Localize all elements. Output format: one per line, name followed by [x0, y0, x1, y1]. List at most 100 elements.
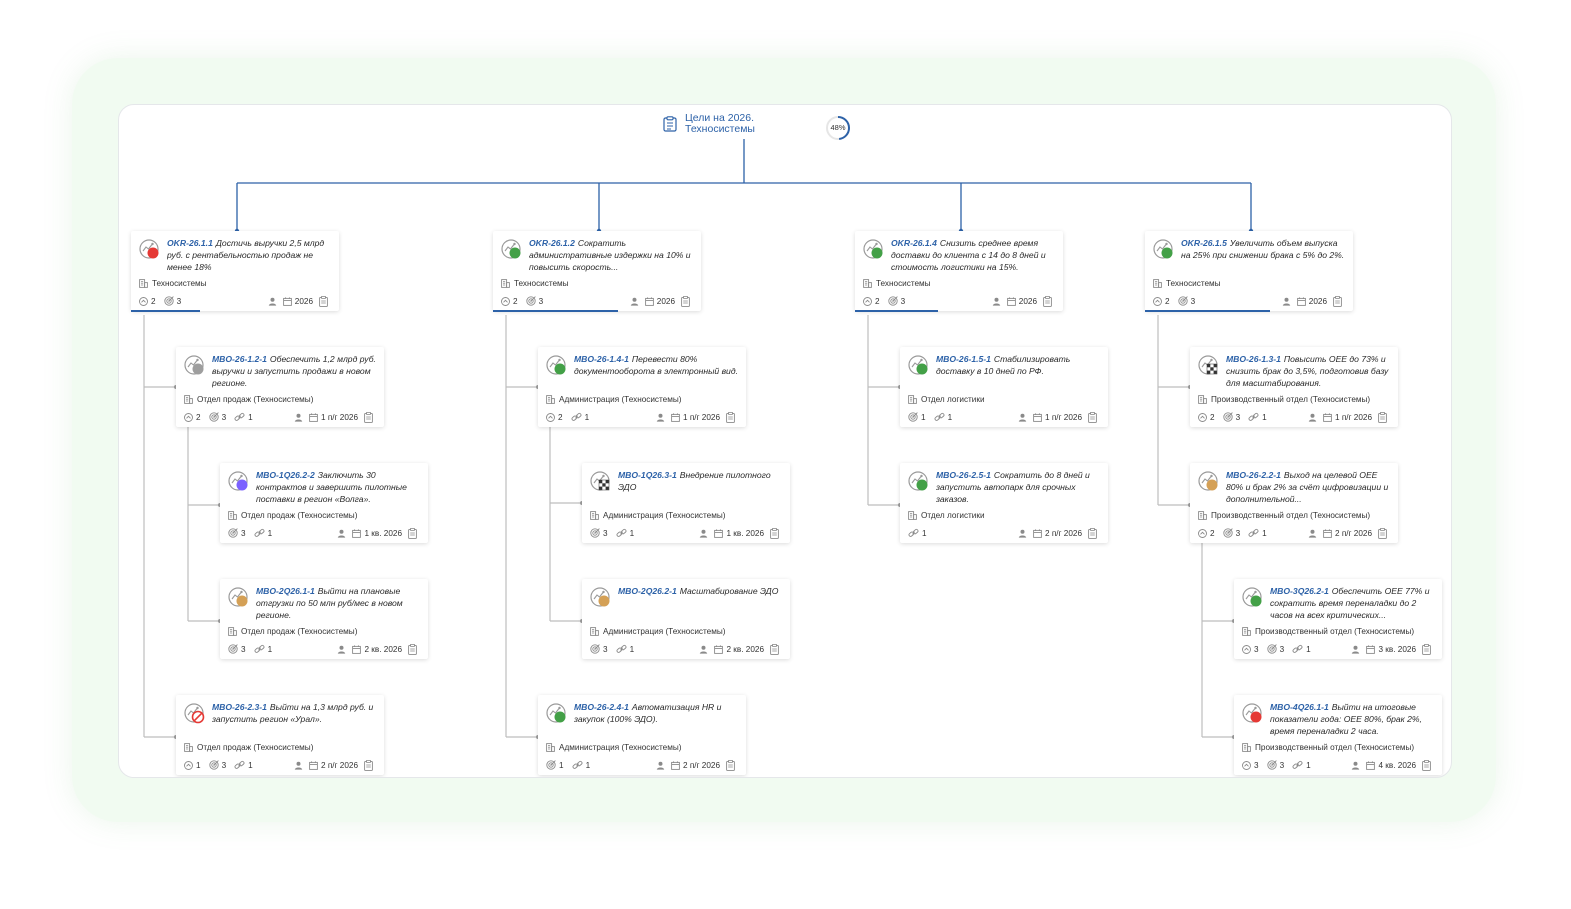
links-count[interactable]: 1: [254, 644, 272, 654]
clipboard-icon[interactable]: [1088, 527, 1100, 539]
goal-card[interactable]: MBO-26-2.4-1 Автоматизация HR и закупок (…: [538, 695, 746, 775]
clipboard-icon[interactable]: [1378, 527, 1390, 539]
clipboard-icon[interactable]: [770, 643, 782, 655]
goal-code[interactable]: OKR-26.1.1: [167, 238, 213, 248]
goal-title[interactable]: OKR-26.1.1 Достичь выручки 2,5 млрд руб. …: [167, 237, 331, 273]
clipboard-icon[interactable]: [408, 643, 420, 655]
goal-card[interactable]: MBO-26-1.3-1 Повысить OEE до 73% и снизит…: [1190, 347, 1398, 427]
key-results-count[interactable]: 3: [887, 296, 905, 306]
goal-title[interactable]: OKR-26.1.2 Сократить административные изд…: [529, 237, 693, 273]
subgoals-count[interactable]: 1: [184, 761, 201, 770]
root-goal-title[interactable]: Цели на 2026. Техносистемы: [685, 113, 795, 135]
links-count[interactable]: 1: [234, 760, 253, 770]
goal-title[interactable]: MBO-4Q26.1-1 Выйти на итоговые показатели…: [1270, 701, 1434, 737]
goal-code[interactable]: MBO-26-2.4-1: [574, 702, 629, 712]
root-goal[interactable]: Цели на 2026. Техносистемы 48%: [663, 113, 850, 140]
links-count[interactable]: 1: [908, 528, 927, 538]
goal-card[interactable]: OKR-26.1.1 Достичь выручки 2,5 млрд руб. …: [131, 231, 339, 312]
links-count[interactable]: 1: [571, 412, 589, 422]
goal-title[interactable]: MBO-26-2.2-1 Выход на целевой OEE 80% и б…: [1226, 469, 1390, 505]
key-results-count[interactable]: 3: [1222, 412, 1240, 422]
goal-card[interactable]: MBO-2Q26.1-1 Выйти на плановые отгрузки п…: [220, 579, 428, 659]
key-results-count[interactable]: 3: [228, 528, 246, 538]
goal-title[interactable]: MBO-2Q26.1-1 Выйти на плановые отгрузки п…: [256, 585, 420, 621]
links-count[interactable]: 1: [1248, 412, 1267, 422]
key-results-count[interactable]: 3: [590, 528, 608, 538]
goal-code[interactable]: MBO-1Q26.2-2: [256, 470, 315, 480]
links-count[interactable]: 1: [934, 412, 952, 422]
key-results-count[interactable]: 3: [590, 644, 608, 654]
goal-title[interactable]: OKR-26.1.5 Увеличить объем выпуска на 25%…: [1181, 237, 1345, 273]
clipboard-icon[interactable]: [319, 295, 331, 307]
links-count[interactable]: 1: [1292, 760, 1311, 770]
goal-card[interactable]: MBO-26-2.5-1 Сократить до 8 дней и запуст…: [900, 463, 1108, 543]
goal-card[interactable]: MBO-1Q26.2-2 Заключить 30 контрактов и за…: [220, 463, 428, 543]
goal-code[interactable]: MBO-26-2.3-1: [212, 702, 267, 712]
goal-title[interactable]: MBO-1Q26.3-1 Внедрение пилотного ЭДО: [618, 469, 782, 505]
goal-card[interactable]: OKR-26.1.4 Снизить среднее время доставки…: [855, 231, 1063, 312]
goal-code[interactable]: OKR-26.1.2: [529, 238, 575, 248]
key-results-count[interactable]: 3: [208, 412, 226, 422]
goal-card[interactable]: MBO-26-2.3-1 Выйти на 1,3 млрд руб. и зап…: [176, 695, 384, 775]
key-results-count[interactable]: 3: [163, 296, 181, 306]
key-results-count[interactable]: 1: [546, 760, 564, 770]
goal-title[interactable]: MBO-26-1.2-1 Обеспечить 1,2 млрд руб. выр…: [212, 353, 376, 389]
key-results-count[interactable]: 3: [228, 644, 246, 654]
links-count[interactable]: 1: [616, 644, 634, 654]
goal-card[interactable]: MBO-1Q26.3-1 Внедрение пилотного ЭДО Админ…: [582, 463, 790, 543]
goal-code[interactable]: MBO-26-2.2-1: [1226, 470, 1281, 480]
key-results-count[interactable]: 1: [908, 412, 926, 422]
subgoals-count[interactable]: 2: [863, 297, 880, 306]
key-results-count[interactable]: 3: [1266, 644, 1284, 654]
goal-code[interactable]: MBO-26-2.5-1: [936, 470, 991, 480]
subgoals-count[interactable]: 2: [1153, 297, 1170, 306]
links-count[interactable]: 1: [234, 412, 253, 422]
goal-code[interactable]: MBO-26-1.4-1: [574, 354, 629, 364]
goal-code[interactable]: MBO-26-1.3-1: [1226, 354, 1281, 364]
goal-card[interactable]: OKR-26.1.2 Сократить административные изд…: [493, 231, 701, 312]
goal-card[interactable]: MBO-26-1.2-1 Обеспечить 1,2 млрд руб. выр…: [176, 347, 384, 427]
goal-card[interactable]: OKR-26.1.5 Увеличить объем выпуска на 25%…: [1145, 231, 1353, 312]
goal-title[interactable]: MBO-26-1.4-1 Перевести 80% документооборо…: [574, 353, 738, 389]
key-results-count[interactable]: 3: [1222, 528, 1240, 538]
subgoals-count[interactable]: 3: [1242, 645, 1259, 654]
goal-code[interactable]: MBO-26-1.2-1: [212, 354, 267, 364]
goal-title[interactable]: MBO-26-2.5-1 Сократить до 8 дней и запуст…: [936, 469, 1100, 505]
clipboard-icon[interactable]: [1333, 295, 1345, 307]
goal-title[interactable]: MBO-26-1.3-1 Повысить OEE до 73% и снизит…: [1226, 353, 1390, 389]
key-results-count[interactable]: 3: [1266, 760, 1284, 770]
goal-title[interactable]: MBO-2Q26.2-1 Масштабирование ЭДО: [618, 585, 782, 621]
subgoals-count[interactable]: 3: [1242, 761, 1259, 770]
goal-code[interactable]: MBO-4Q26.1-1: [1270, 702, 1329, 712]
clipboard-icon[interactable]: [1422, 759, 1434, 771]
goal-card[interactable]: MBO-2Q26.2-1 Масштабирование ЭДО Администр…: [582, 579, 790, 659]
links-count[interactable]: 1: [1292, 644, 1311, 654]
links-count[interactable]: 1: [572, 760, 590, 770]
subgoals-count[interactable]: 2: [501, 297, 518, 306]
goal-title[interactable]: OKR-26.1.4 Снизить среднее время доставки…: [891, 237, 1055, 273]
clipboard-icon[interactable]: [726, 759, 738, 771]
clipboard-icon[interactable]: [1043, 295, 1055, 307]
goal-card[interactable]: MBO-26-1.4-1 Перевести 80% документооборо…: [538, 347, 746, 427]
goal-code[interactable]: OKR-26.1.4: [891, 238, 937, 248]
subgoals-count[interactable]: 2: [1198, 413, 1215, 422]
subgoals-count[interactable]: 2: [546, 413, 563, 422]
clipboard-icon[interactable]: [681, 295, 693, 307]
goal-title[interactable]: MBO-26-1.5-1 Стабилизировать доставку в 1…: [936, 353, 1100, 389]
goal-card[interactable]: MBO-3Q26.2-1 Обеспечить OEE 77% и сократи…: [1234, 579, 1442, 659]
goal-title[interactable]: MBO-1Q26.2-2 Заключить 30 контрактов и за…: [256, 469, 420, 505]
goal-code[interactable]: OKR-26.1.5: [1181, 238, 1227, 248]
clipboard-icon[interactable]: [1378, 411, 1390, 423]
clipboard-icon[interactable]: [770, 527, 782, 539]
goal-code[interactable]: MBO-2Q26.2-1: [618, 586, 677, 596]
goal-card[interactable]: MBO-4Q26.1-1 Выйти на итоговые показатели…: [1234, 695, 1442, 775]
subgoals-count[interactable]: 2: [139, 297, 156, 306]
goal-title[interactable]: MBO-26-2.3-1 Выйти на 1,3 млрд руб. и зап…: [212, 701, 376, 737]
clipboard-icon[interactable]: [1088, 411, 1100, 423]
clipboard-icon[interactable]: [364, 759, 376, 771]
clipboard-icon[interactable]: [364, 411, 376, 423]
goal-code[interactable]: MBO-3Q26.2-1: [1270, 586, 1329, 596]
goal-card[interactable]: MBO-26-1.5-1 Стабилизировать доставку в 1…: [900, 347, 1108, 427]
key-results-count[interactable]: 3: [525, 296, 543, 306]
clipboard-icon[interactable]: [726, 411, 738, 423]
